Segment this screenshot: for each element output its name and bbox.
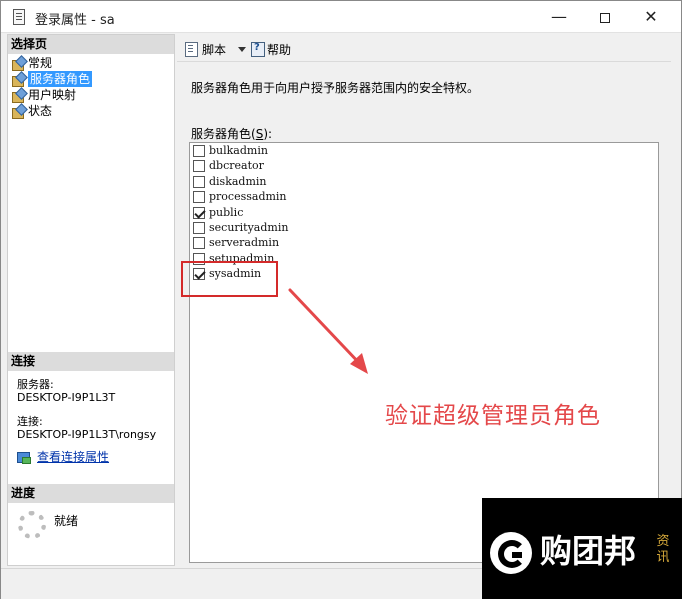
page-icon [12,73,25,87]
role-item-diskadmin[interactable]: diskadmin [193,174,267,189]
role-checkbox[interactable] [193,206,205,219]
help-button[interactable]: 帮助 [250,40,291,58]
role-checkbox[interactable] [193,190,205,203]
title-bar[interactable]: 登录属性 - sa — ✕ [1,1,681,33]
toolbar: 脚本 帮助 [177,34,671,62]
role-item-public[interactable]: public [193,205,243,220]
role-checkbox[interactable] [193,175,205,188]
role-checkbox[interactable] [193,144,205,157]
role-name: serveradmin [209,236,280,249]
page-icon [12,89,25,103]
annotation-arrow-icon [288,288,368,374]
select-page-header: 选择页 [8,35,174,54]
script-button[interactable]: 脚本 [184,40,247,58]
help-icon [250,42,265,57]
connection-label: 连接: [17,415,43,428]
nav-item-label: 常规 [28,56,53,70]
connection-properties-icon [17,451,31,464]
progress-spinner-icon [18,511,46,539]
progress-status: 就绪 [54,514,79,528]
role-name: public [209,206,244,219]
connection-header: 连接 [8,352,174,371]
maximize-button[interactable] [582,1,628,33]
watermark: 购团邦 资讯 [482,498,682,599]
brand-logo-icon [490,532,532,574]
role-name: diskadmin [209,175,267,188]
view-connection-properties-link[interactable]: 查看连接属性 [17,448,109,465]
role-checkbox[interactable] [193,221,205,234]
sysadmin-highlight-box [181,261,278,297]
role-checkbox[interactable] [193,159,205,172]
role-name: bulkadmin [209,144,268,157]
minimize-icon: — [551,7,567,26]
connection-value: DESKTOP-I9P1L3T\rongsy [17,428,157,441]
annotation-text: 验证超级管理员角色 [385,403,601,429]
nav-item-status[interactable]: 状态 [12,103,52,119]
nav-item-user-mapping[interactable]: 用户映射 [12,87,76,103]
watermark-brand: 购团邦 [540,532,637,570]
window-title: 登录属性 - sa [35,13,115,28]
help-label: 帮助 [267,42,292,57]
progress-header: 进度 [8,484,174,503]
left-pane: 选择页 常规 服务器角色 用户映射 状态 连接 服务器: DESKTOP-I9P… [7,34,175,566]
server-roles-label: 服务器角色(S): [191,127,273,141]
server-value: DESKTOP-I9P1L3T [17,391,116,404]
minimize-button[interactable]: — [536,1,582,33]
right-pane: 脚本 帮助 服务器角色用于向用户授予服务器范围内的安全特权。 服务器角色(S):… [177,34,671,566]
roles-description: 服务器角色用于向用户授予服务器范围内的安全特权。 [191,81,480,95]
document-icon [13,9,25,25]
page-icon [12,105,25,119]
server-label: 服务器: [17,378,54,391]
page-icon [12,57,25,71]
chevron-down-icon[interactable] [238,46,247,52]
role-item-serveradmin[interactable]: serveradmin [193,235,279,250]
role-item-bulkadmin[interactable]: bulkadmin [193,143,268,158]
script-icon [184,42,198,57]
maximize-icon [600,12,610,23]
role-item-dbcreator[interactable]: dbcreator [193,158,264,173]
close-icon: ✕ [644,7,658,26]
role-name: securityadmin [209,221,289,234]
nav-item-label: 用户映射 [28,88,77,102]
role-item-securityadmin[interactable]: securityadmin [193,220,288,235]
link-text: 查看连接属性 [37,450,110,464]
role-checkbox[interactable] [193,236,205,249]
role-name: dbcreator [209,159,264,172]
nav-item-label: 服务器角色 [28,71,93,87]
nav-item-server-roles[interactable]: 服务器角色 [12,71,93,87]
role-name: processadmin [209,190,287,203]
nav-item-general[interactable]: 常规 [12,55,52,71]
script-label: 脚本 [202,42,227,57]
role-item-processadmin[interactable]: processadmin [193,189,287,204]
close-button[interactable]: ✕ [628,1,674,33]
nav-item-label: 状态 [28,104,53,118]
watermark-side-text: 资讯 [656,534,670,565]
